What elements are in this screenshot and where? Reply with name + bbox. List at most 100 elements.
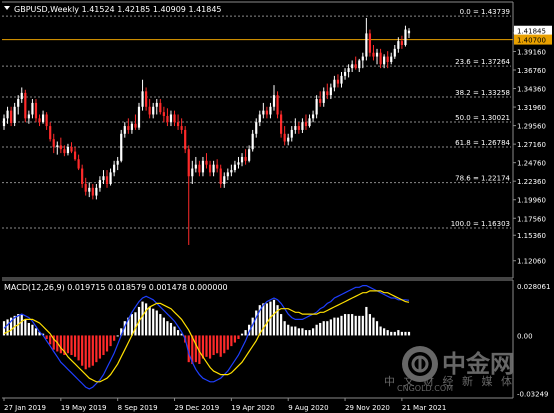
candle-body bbox=[379, 52, 382, 65]
price-tick-label: 1.22360 bbox=[517, 178, 546, 186]
macd-histogram-bar bbox=[265, 303, 268, 336]
candle-body bbox=[198, 164, 201, 173]
candle-body bbox=[365, 33, 368, 57]
macd-histogram-bar bbox=[219, 335, 222, 357]
macd-histogram-bar bbox=[379, 326, 382, 336]
candle-body bbox=[116, 160, 119, 165]
candle-body bbox=[81, 168, 84, 184]
macd-histogram-bar bbox=[91, 335, 94, 366]
candle-body bbox=[322, 91, 325, 103]
macd-histogram-bar bbox=[340, 315, 343, 336]
price-tick-label: 1.29560 bbox=[517, 123, 546, 131]
macd-histogram-bar bbox=[308, 330, 311, 336]
candle-body bbox=[127, 126, 130, 130]
candle-body bbox=[194, 164, 197, 169]
macd-histogram-bar bbox=[365, 306, 368, 336]
price-tick-label: 1.39160 bbox=[517, 48, 546, 56]
macd-histogram-bar bbox=[237, 335, 240, 339]
macd-histogram-bar bbox=[31, 324, 34, 336]
candle-body bbox=[329, 87, 332, 96]
candle-body bbox=[187, 149, 190, 177]
macd-histogram-bar bbox=[283, 321, 286, 336]
candle-body bbox=[159, 102, 162, 113]
macd-histogram-bar bbox=[81, 335, 84, 366]
macd-tick-label: 0.028061 bbox=[517, 283, 550, 291]
macd-histogram-bar bbox=[113, 335, 116, 341]
time-tick-label: 19 May 2019 bbox=[61, 404, 107, 412]
macd-histogram-bar bbox=[216, 335, 219, 354]
macd-histogram-bar bbox=[77, 335, 80, 361]
price-tick-label: 1.12060 bbox=[517, 258, 546, 266]
macd-histogram-bar bbox=[244, 330, 247, 336]
candle-body bbox=[290, 129, 293, 138]
candle-body bbox=[98, 180, 102, 188]
candle-body bbox=[141, 91, 144, 107]
candle-body bbox=[31, 102, 34, 115]
macd-histogram-bar bbox=[255, 310, 258, 336]
macd-histogram-bar bbox=[208, 335, 212, 359]
candle-body bbox=[208, 164, 212, 173]
macd-histogram-bar bbox=[102, 335, 105, 356]
macd-tick-label: -0.03249 bbox=[517, 390, 548, 398]
macd-tick-label: 0.00 bbox=[517, 332, 533, 340]
candle-body bbox=[361, 56, 364, 61]
price-tick-label: 1.36760 bbox=[517, 67, 546, 75]
time-tick-label: 27 Jan 2019 bbox=[4, 404, 46, 412]
candle-body bbox=[17, 99, 20, 107]
candle-body bbox=[240, 156, 244, 163]
macd-histogram-bar bbox=[226, 335, 229, 350]
macd-histogram-bar bbox=[400, 331, 403, 336]
candle-body bbox=[230, 170, 233, 173]
macd-histogram-bar bbox=[280, 314, 283, 336]
price-tick-label: 1.19960 bbox=[517, 197, 546, 205]
candle-body bbox=[10, 110, 13, 123]
candle-body bbox=[351, 64, 354, 69]
candle-body bbox=[251, 133, 254, 150]
macd-histogram-bar bbox=[45, 335, 48, 339]
macd-histogram-bar bbox=[351, 314, 354, 336]
candle-body bbox=[102, 176, 105, 181]
candle-body bbox=[49, 126, 52, 140]
candle-body bbox=[386, 56, 389, 62]
macd-histogram-bar bbox=[358, 315, 361, 336]
candle-body bbox=[301, 122, 304, 130]
chart-header[interactable]: GBPUSD,Weekly 1.41524 1.42185 1.40909 1.… bbox=[4, 5, 222, 14]
candle-body bbox=[201, 160, 205, 173]
price-tick-label: 1.24760 bbox=[517, 160, 546, 168]
macd-histogram-bar bbox=[393, 331, 396, 336]
macd-histogram-bar bbox=[141, 301, 144, 336]
macd-histogram-bar bbox=[152, 308, 155, 336]
macd-histogram-bar bbox=[383, 328, 386, 336]
macd-histogram-bar bbox=[368, 314, 372, 336]
candle-body bbox=[283, 133, 286, 142]
candle-body bbox=[91, 187, 94, 196]
macd-histogram-bar bbox=[109, 335, 112, 347]
macd-histogram-bar bbox=[262, 303, 265, 336]
candle-body bbox=[262, 110, 265, 115]
price-tick-label: 1.15360 bbox=[517, 232, 546, 240]
candle-body bbox=[244, 156, 247, 161]
macd-histogram-bar bbox=[130, 314, 133, 336]
macd-histogram-bar bbox=[159, 314, 162, 336]
macd-histogram-bar bbox=[404, 331, 407, 336]
macd-histogram-bar bbox=[301, 328, 304, 336]
candle-body bbox=[347, 68, 350, 73]
candle-body bbox=[237, 162, 240, 165]
fib-level-label: 38.2 = 1.33258 bbox=[455, 89, 510, 97]
candle-body bbox=[390, 56, 393, 62]
macd-histogram-bar bbox=[134, 312, 137, 336]
candle-body bbox=[358, 60, 361, 69]
candle-body bbox=[137, 106, 141, 128]
macd-histogram-bar bbox=[6, 319, 9, 336]
macd-histogram-bar bbox=[304, 330, 308, 336]
candle-body bbox=[212, 164, 215, 173]
current-price-label: 1.41845 bbox=[517, 28, 546, 36]
candle-body bbox=[319, 99, 322, 103]
candle-body bbox=[205, 160, 208, 165]
fib-level-label: 61.8 = 1.26784 bbox=[455, 139, 510, 147]
candle-body bbox=[113, 164, 116, 173]
candle-body bbox=[120, 133, 123, 161]
macd-histogram-bar bbox=[166, 321, 169, 336]
macd-histogram-bar bbox=[95, 335, 98, 363]
macd-histogram-bar bbox=[333, 317, 336, 336]
